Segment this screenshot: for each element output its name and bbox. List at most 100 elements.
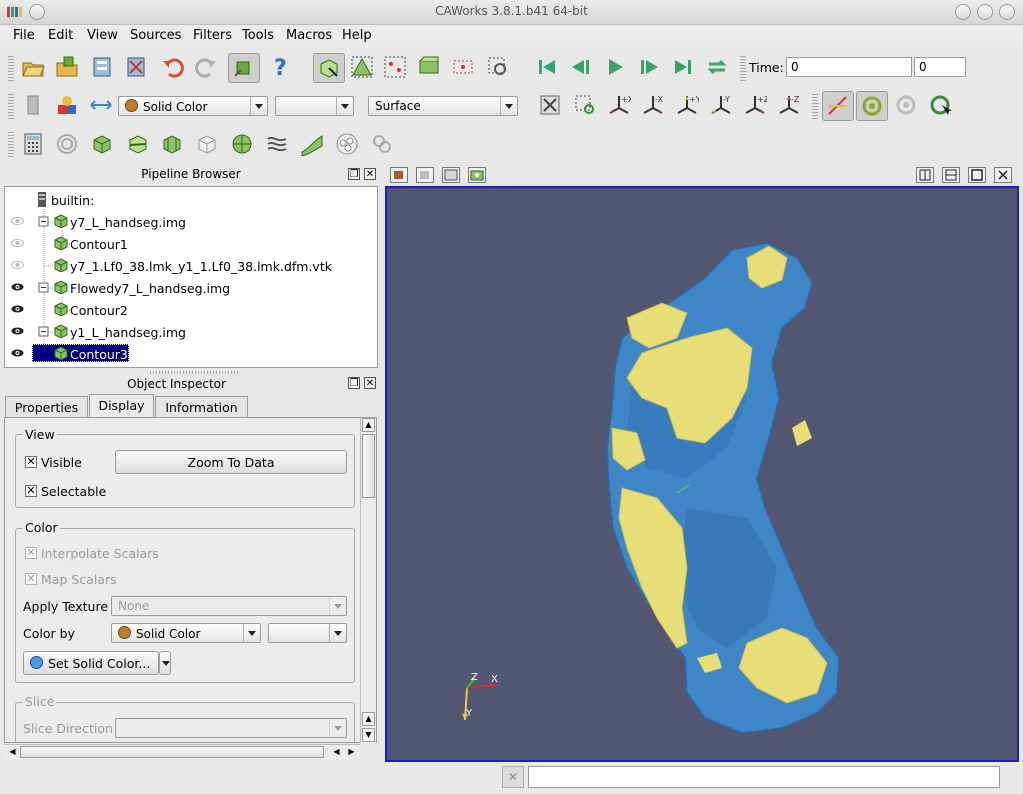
view-plus-x-icon[interactable]: +X [607, 93, 631, 117]
inspector-color-by-combo[interactable]: Solid Color [111, 623, 261, 643]
clip-icon[interactable] [90, 132, 114, 156]
group-datasets-icon[interactable] [335, 132, 359, 156]
scroll-h-thumb[interactable] [20, 746, 324, 758]
glyph-icon[interactable] [230, 132, 254, 156]
play-icon[interactable] [603, 55, 627, 79]
interpolate-scalars-checkbox[interactable]: ✕ [25, 547, 37, 559]
set-solid-color-button[interactable]: Set Solid Color... [23, 651, 159, 675]
pipeline-close-button[interactable]: ✕ [364, 168, 376, 180]
toolbar-grip[interactable] [8, 54, 14, 82]
toolbar-grip[interactable] [8, 92, 14, 120]
pipeline-item-y1-handseg[interactable]: y1_L_handseg.img [5, 321, 377, 343]
scroll-left2-button[interactable]: ◀ [330, 746, 343, 758]
visibility-eye-icon[interactable] [11, 349, 24, 357]
pipeline-item-flowedy7-handseg[interactable]: Flowedy7_L_handseg.img [5, 277, 377, 299]
toolbar-grip[interactable] [8, 130, 14, 158]
menu-file[interactable]: File [13, 28, 35, 43]
rescale-range-icon[interactable] [89, 93, 113, 117]
scroll-up-button[interactable]: ▲ [362, 418, 375, 432]
toolbar-grip[interactable] [812, 92, 818, 120]
color-by-combo[interactable]: Solid Color [118, 96, 268, 116]
pipeline-item-contour1[interactable]: Contour1 [5, 233, 377, 255]
scroll-down-button[interactable]: ▼ [362, 728, 375, 742]
previous-frame-icon[interactable] [569, 55, 593, 79]
show-center-icon[interactable] [822, 91, 854, 121]
find-data-icon[interactable] [228, 53, 260, 83]
set-solid-color-menu-button[interactable] [159, 651, 171, 675]
menu-macros[interactable]: Macros [286, 28, 332, 43]
pick-center-icon[interactable] [928, 93, 952, 117]
toggle-color-legend-icon[interactable] [21, 93, 45, 117]
select-cells-frustum-icon[interactable] [417, 55, 441, 79]
pipeline-item-contour2[interactable]: Contour2 [5, 299, 377, 321]
visibility-eye-icon[interactable] [11, 327, 24, 335]
render-view[interactable]: X Y Z [385, 186, 1019, 762]
stream-tracer-icon[interactable] [265, 132, 289, 156]
color-by-component-combo[interactable] [268, 623, 347, 643]
toolbar-grip[interactable] [740, 54, 746, 82]
camera-undo-icon[interactable] [390, 167, 408, 183]
tab-properties[interactable]: Properties [5, 396, 88, 418]
close-window-button[interactable] [999, 4, 1015, 20]
tab-display[interactable]: Display [89, 394, 154, 418]
select-block-icon[interactable] [486, 55, 510, 79]
slice-direction-combo[interactable] [115, 718, 347, 738]
warp-by-vector-icon[interactable] [300, 132, 324, 156]
map-scalars-checkbox[interactable]: ✕ [25, 573, 37, 585]
pipeline-item-dfm-vtk[interactable]: y7_1.Lf0_38.lmk_y1_1.Lf0_38.lmk.dfm.vtk [5, 255, 377, 277]
reset-center-icon[interactable] [894, 93, 918, 117]
inspector-float-button[interactable]: ❐ [348, 377, 360, 389]
scroll-right-button[interactable]: ▶ [345, 746, 358, 758]
view-minus-y-icon[interactable]: -Y [709, 93, 733, 117]
pipeline-item-builtin[interactable]: builtin: [5, 189, 377, 211]
panel-splitter[interactable] [150, 371, 240, 374]
disconnect-icon[interactable] [124, 55, 148, 79]
visibility-eye-icon[interactable] [11, 239, 24, 247]
reset-camera-icon[interactable] [538, 93, 562, 117]
select-points-on-icon[interactable] [383, 55, 407, 79]
pipeline-item-contour3[interactable]: Contour3 [5, 343, 377, 365]
view-plus-y-icon[interactable]: +Y [675, 93, 699, 117]
visibility-eye-icon[interactable] [11, 305, 24, 313]
select-cells-on-icon[interactable] [350, 55, 374, 79]
visible-checkbox[interactable]: ✕ [25, 456, 37, 468]
component-combo[interactable] [275, 96, 354, 116]
zoom-to-data-button[interactable]: Zoom To Data [115, 450, 347, 474]
last-frame-icon[interactable] [671, 55, 695, 79]
view-minus-x-icon[interactable]: -X [641, 93, 665, 117]
calculator-icon[interactable] [21, 132, 45, 156]
menu-edit[interactable]: Edit [48, 28, 73, 43]
view-minus-z-icon[interactable]: -Z [777, 93, 801, 117]
visibility-eye-icon[interactable] [11, 217, 24, 225]
time-input[interactable]: 0 [786, 57, 912, 77]
extract-subset-icon[interactable] [195, 132, 219, 156]
minimize-button[interactable] [955, 4, 971, 20]
slice-icon[interactable] [126, 132, 150, 156]
interact-icon[interactable] [313, 53, 345, 83]
split-vertical-icon[interactable] [942, 167, 960, 183]
apply-texture-combo[interactable]: None [111, 596, 347, 616]
rotation-center-icon[interactable] [856, 91, 888, 121]
inspector-vertical-scrollbar[interactable]: ▲ ▲ ▼ [360, 418, 376, 743]
select-points-frustum-icon[interactable] [451, 55, 475, 79]
visibility-eye-icon[interactable] [11, 261, 24, 269]
pipeline-float-button[interactable]: ❐ [348, 168, 360, 180]
camera-redo-icon[interactable] [416, 167, 434, 183]
save-state-icon[interactable] [55, 55, 79, 79]
selectable-checkbox[interactable]: ✕ [25, 485, 37, 497]
open-icon[interactable] [21, 55, 45, 79]
close-view-icon[interactable] [994, 167, 1012, 183]
maximize-view-icon[interactable] [968, 167, 986, 183]
contour-icon[interactable] [55, 132, 79, 156]
maximize-button[interactable] [977, 4, 993, 20]
zoom-to-box-icon[interactable] [573, 93, 597, 117]
time-step-spinbox[interactable]: 0 [914, 57, 966, 77]
split-horizontal-icon[interactable] [916, 167, 934, 183]
menu-tools[interactable]: Tools [242, 28, 274, 43]
pipeline-item-y7-handseg[interactable]: y7_L_handseg.img [5, 211, 377, 233]
tab-information[interactable]: Information [155, 396, 248, 418]
next-frame-icon[interactable] [637, 55, 661, 79]
visibility-eye-icon[interactable] [11, 283, 24, 291]
scroll-thumb[interactable] [362, 434, 375, 498]
connect-icon[interactable] [90, 55, 114, 79]
